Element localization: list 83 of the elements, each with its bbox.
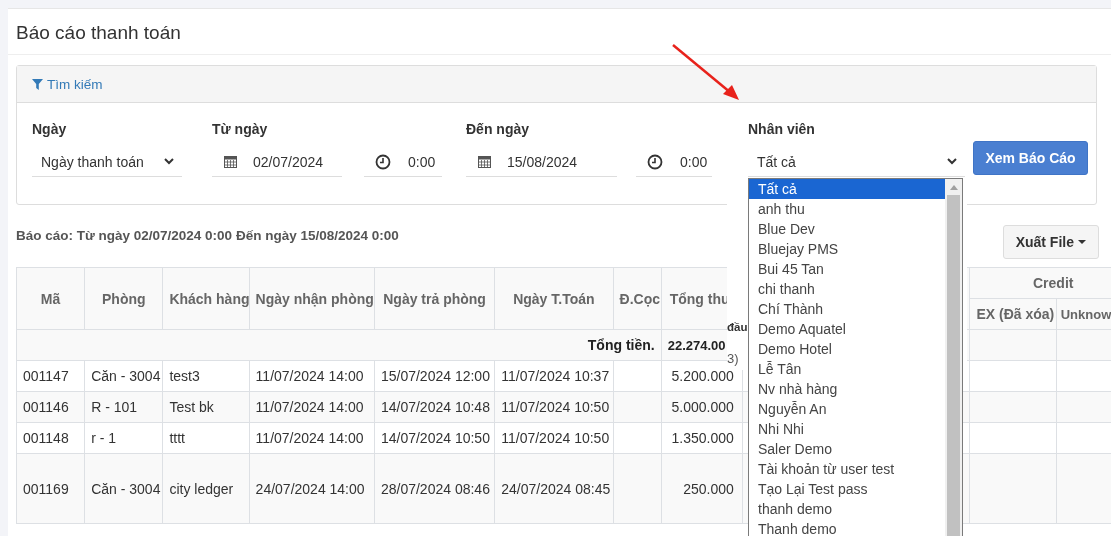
table-cell: 1.350.000 [671,430,734,446]
time-field[interactable]: 0:00 [364,147,442,177]
table-cell: 11/07/2024 14:00 [255,430,364,446]
report-summary: Báo cáo: Từ ngày 02/07/2024 0:00 Đến ngày 15/08/2024 0:00 [16,228,399,243]
date-type-select[interactable]: Ngày thanh toán [32,147,182,177]
dropdown-option[interactable]: Tất cả [749,179,945,199]
total-label: Tổng tiền. [587,337,655,353]
clock-icon [375,153,391,170]
table-cell: Căn - 3004 [91,480,161,497]
column-header: Phòng [102,290,146,307]
table-cell: R - 101 [91,399,138,415]
table-cell: Căn - 3004 [91,368,161,384]
calendar-icon [224,155,237,168]
table-cell: 11/07/2024 10:50 [501,430,610,446]
caret-icon [1078,239,1086,245]
dropdown-option[interactable]: anh thu [749,199,945,219]
dropdown-option[interactable]: Tạo Lại Test pass [749,479,945,499]
hidden-header-fragment: đầu [727,321,748,333]
table-cell: 5.200.000 [671,368,734,384]
total-value: 22.274.00 [667,337,726,353]
dropdown-option[interactable]: Nv nhà hàng [749,379,945,399]
table-cell: 5.000.000 [671,399,734,415]
page-title: Báo cáo thanh toán [8,9,1111,55]
table-cell: 001147 [23,368,69,384]
scrollbar[interactable] [945,179,962,536]
column-header: Unknow [1060,306,1111,322]
panel-title[interactable]: Tìm kiếm [32,76,103,92]
table-cell: 24/07/2024 14:00 [255,480,365,497]
scroll-up-icon [949,185,958,190]
date-field[interactable]: 02/07/2024 [212,147,342,177]
date-field[interactable]: 15/08/2024 [466,147,617,177]
table-cell: 001146 [23,399,69,415]
chevron-icon [947,158,957,165]
chevron-icon [164,158,174,165]
field-label: Đến ngày [466,121,530,139]
filter-icon [32,78,43,90]
column-header: Đ.Cọc [619,290,660,307]
dropdown-option[interactable]: Thanh demo [749,519,945,536]
table-cell: 28/07/2024 08:46 [380,480,490,497]
dropdown-option[interactable]: Nhi Nhi [749,419,945,439]
dropdown-option[interactable]: Saler Demo [749,439,945,459]
dropdown-option[interactable]: Chí Thành [749,299,945,319]
dropdown-option[interactable]: Bluejay PMS [749,239,945,259]
table-cell: test3 [169,368,200,384]
table-cell: 14/07/2024 10:48 [380,399,490,415]
table-cell: 001169 [23,480,69,497]
table-cell: r - 1 [91,430,117,446]
table-cell: 11/07/2024 14:00 [255,399,364,415]
column-header: Ngày trả phòng [383,290,486,307]
column-header: Khách hàng [169,290,249,307]
table-cell: 11/07/2024 10:50 [501,399,610,415]
column-header: Ngày T.Toán [513,290,595,307]
dropdown-option[interactable]: Tài khoản từ user test [749,459,945,479]
dropdown-option[interactable]: Blue Dev [749,219,945,239]
dropdown-option[interactable]: chi thanh [749,279,945,299]
column-header: Ngày nhận phòng [255,290,374,307]
column-group-header: Credit [1033,275,1074,291]
field-label: Nhân viên [748,121,816,139]
table-cell: 11/07/2024 10:37 [501,368,610,384]
column-header: EX (Đã xóa) [976,306,1055,322]
annotation-arrow [671,43,741,103]
staff-select[interactable]: Tất cả [748,147,965,177]
table-cell: 11/07/2024 14:00 [255,368,364,384]
clock-icon [647,153,663,170]
calendar-icon [478,155,491,168]
time-field[interactable]: 0:00 [636,147,712,177]
field-label: Ngày [32,121,68,139]
table-cell: city ledger [169,480,234,497]
view-report-button[interactable]: Xem Báo Cáo [973,141,1088,175]
table-cell: 14/07/2024 10:50 [380,430,490,446]
table-cell: Test bk [169,399,214,415]
table-cell: tttt [169,430,185,446]
export-button[interactable]: Xuất File [1002,225,1099,259]
field-label: Từ ngày [212,121,269,139]
table-cell: 15/07/2024 12:00 [380,368,490,384]
dropdown-option[interactable]: Demo Aquatel [749,319,945,339]
table-cell: 001148 [23,430,69,446]
table-cell: 250.000 [683,480,734,497]
column-header: Mã [40,290,61,307]
hidden-header-fragment: 3) [727,351,739,366]
table-cell: 24/07/2024 08:45 [501,480,611,497]
dropdown-option[interactable]: Bui 45 Tan [749,259,945,279]
dropdown-option[interactable]: thanh demo [749,499,945,519]
